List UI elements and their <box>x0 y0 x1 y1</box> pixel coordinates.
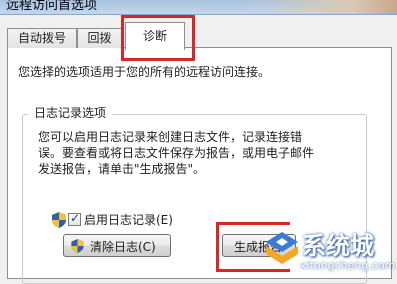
title-bar-fade <box>247 0 397 14</box>
group-text-line: 您可以启用日志记录来创建日志文件，记录连接错 <box>38 130 303 144</box>
tab-autodial[interactable]: 自动拨号 <box>7 28 77 48</box>
clear-log-button[interactable]: 清除日志(C) <box>63 234 171 257</box>
group-text-line: 误。要查看或将日志文件保存为报告，或用电子邮件 <box>38 146 315 160</box>
tab-callback-label: 回拨 <box>87 31 112 45</box>
tab-diagnostics[interactable]: 诊断 <box>125 22 185 50</box>
watermark-domain: xitongcheng.com <box>300 259 396 272</box>
checkmark-icon: ✓ <box>70 211 81 225</box>
group-description: 您可以启用日志记录来创建日志文件，记录连接错 误。要查看或将日志文件保存为报告，… <box>38 129 338 177</box>
group-text-line: 发送报告，请单击"生成报告"。 <box>38 162 206 176</box>
enable-logging-checkbox[interactable]: ✓ <box>68 211 81 226</box>
enable-logging-label: 启用日志记录(E) <box>84 213 173 227</box>
watermark-brand: 系统城 <box>302 232 374 260</box>
watermark-logo-icon <box>266 232 298 264</box>
uac-shield-icon <box>71 239 84 253</box>
description-text: 您选择的选项适用于您的所有的远程访问连接。 <box>18 65 271 79</box>
title-bar: 远程访问首选项 <box>0 0 397 15</box>
clear-log-label: 清除日志(C) <box>90 240 156 254</box>
group-title: 日志记录选项 <box>28 104 113 122</box>
tab-autodial-label: 自动拨号 <box>17 31 66 45</box>
tab-diagnostics-label: 诊断 <box>142 29 167 43</box>
uac-shield-icon <box>52 212 66 228</box>
window-title: 远程访问首选项 <box>6 0 98 13</box>
tab-callback[interactable]: 回拨 <box>77 28 122 48</box>
